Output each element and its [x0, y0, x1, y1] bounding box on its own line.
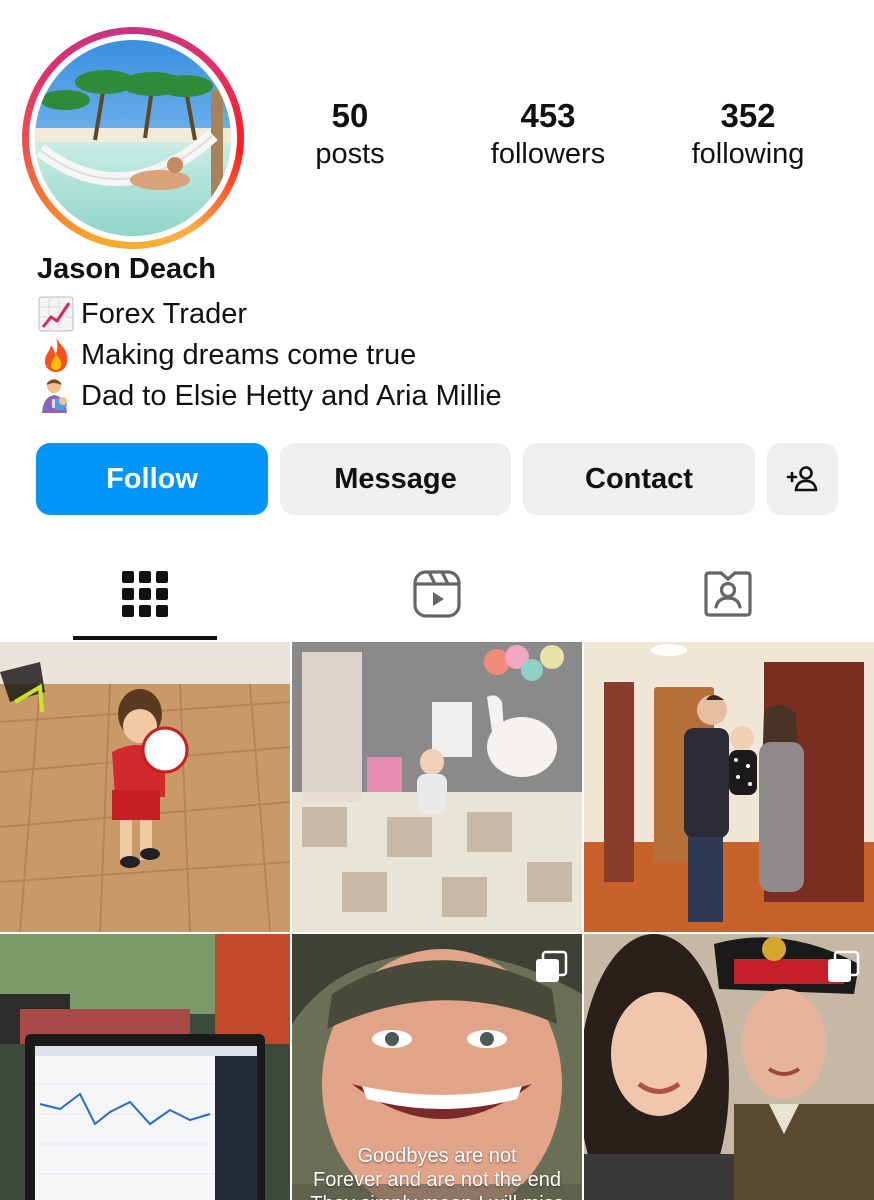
message-button[interactable]: Message	[280, 443, 511, 515]
posts-count: 50	[331, 97, 369, 134]
post-caption-line-2: Forever and are not the end	[313, 1169, 561, 1191]
followers-label: followers	[490, 138, 606, 170]
profile-tabs	[0, 548, 874, 640]
profile-stats: 50 posts 453 followers 352 following	[250, 96, 874, 186]
contact-button[interactable]: Contact	[523, 443, 755, 515]
bio-line-2: Making dreams come true	[37, 334, 502, 375]
bio-line-1: Forex Trader	[37, 293, 502, 334]
tagged-icon	[704, 571, 752, 617]
post-caption-line-1: Goodbyes are not	[357, 1145, 517, 1167]
story-ring[interactable]	[22, 27, 244, 249]
tab-reels[interactable]	[365, 548, 509, 640]
posts-label: posts	[315, 138, 385, 170]
post-thumbnail[interactable]	[584, 934, 874, 1200]
active-tab-indicator	[73, 636, 217, 640]
bio-text-3: Dad to Elsie Hetty and Aria Millie	[81, 379, 502, 412]
bio-text-2: Making dreams come true	[81, 338, 417, 371]
carousel-icon	[828, 950, 860, 982]
post-thumbnail[interactable]: Goodbyes are not Forever and are not the…	[292, 934, 582, 1200]
following-stat[interactable]: 352 following	[648, 96, 848, 172]
post-thumbnail[interactable]	[292, 642, 582, 932]
chart-increasing-icon	[38, 296, 74, 331]
reels-icon	[413, 570, 461, 618]
avatar-frame	[29, 34, 237, 242]
post-thumbnail[interactable]	[584, 642, 874, 932]
add-person-icon	[786, 466, 817, 492]
tab-posts[interactable]	[73, 548, 217, 640]
posts-stat[interactable]: 50 posts	[250, 96, 450, 172]
post-thumbnail[interactable]	[0, 934, 290, 1200]
tab-tagged[interactable]	[656, 548, 800, 640]
fire-icon	[45, 337, 68, 372]
bio-text-1: Forex Trader	[81, 297, 247, 330]
post-caption-line-3: They simply mean I will miss you	[292, 1192, 582, 1200]
following-label: following	[691, 138, 805, 170]
follow-button[interactable]: Follow	[36, 443, 268, 515]
profile-name: Jason Deach	[37, 253, 216, 285]
grid-icon	[122, 571, 168, 617]
bio-line-3: Dad to Elsie Hetty and Aria Millie	[37, 375, 502, 416]
carousel-icon	[536, 950, 568, 982]
avatar[interactable]	[35, 40, 231, 236]
man-feeding-baby-icon	[42, 378, 67, 413]
post-thumbnail[interactable]	[0, 642, 290, 932]
profile-bio: Forex Trader Making dreams come true Dad…	[37, 293, 502, 416]
suggested-accounts-button[interactable]	[767, 443, 838, 515]
following-count: 352	[720, 97, 776, 134]
followers-stat[interactable]: 453 followers	[448, 96, 648, 172]
followers-count: 453	[520, 97, 576, 134]
